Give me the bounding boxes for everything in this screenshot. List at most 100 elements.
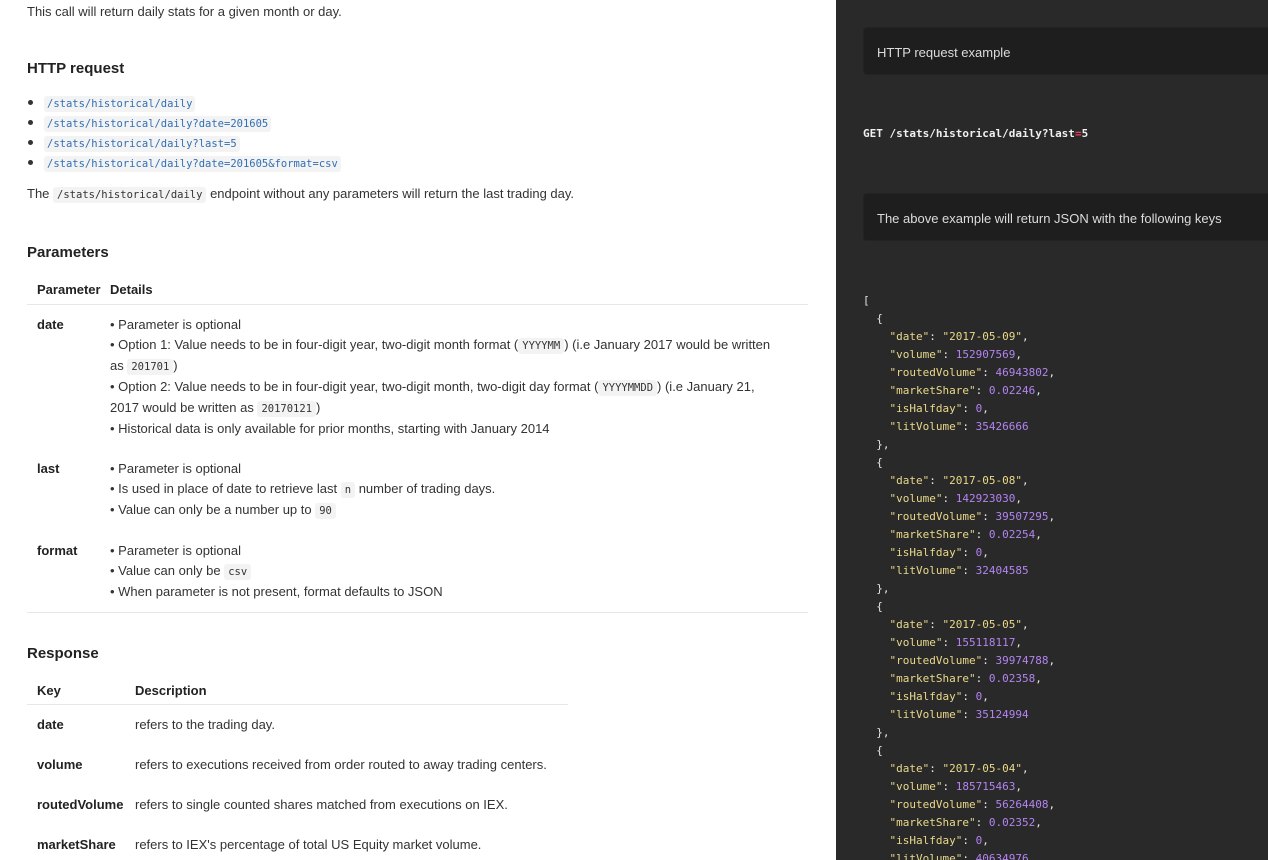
- json-value: 56264408: [995, 798, 1049, 811]
- json-key: "marketShare": [889, 384, 976, 397]
- column-header: Parameter: [27, 276, 110, 305]
- json-key: "volume": [889, 348, 943, 361]
- detail-line: • Parameter is optional: [110, 460, 242, 476]
- json-key: "volume": [889, 780, 943, 793]
- list-item: /stats/historical/daily: [27, 94, 341, 114]
- json-value: 32404585: [975, 564, 1029, 577]
- example-label: HTTP request example: [863, 27, 1268, 75]
- table-row: date refers to the trading day.: [27, 704, 568, 744]
- json-key: "date": [889, 330, 930, 343]
- inline-code: n: [340, 481, 356, 498]
- detail-line: • Value can only be a number up to 90: [110, 500, 808, 521]
- param-details: • Parameter is optional • Option 1: Valu…: [110, 304, 808, 449]
- detail-line: • Option 2: Value needs to be in four-di…: [110, 378, 755, 396]
- inline-code: 90: [315, 502, 336, 519]
- detail-line: • Option 1: Value needs to be in four-di…: [110, 336, 771, 354]
- json-value: 0: [975, 834, 983, 847]
- request-example: GET /stats/historical/daily?last=5: [863, 127, 1088, 140]
- parameters-heading: Parameters: [27, 244, 109, 261]
- list-item: /stats/historical/daily?last=5: [27, 134, 341, 154]
- json-key: "date": [889, 762, 930, 775]
- inline-code: 20170121: [257, 400, 317, 417]
- list-item: /stats/historical/daily?date=201605&form…: [27, 154, 341, 174]
- json-key: "routedVolume": [889, 366, 983, 379]
- response-key: date: [37, 716, 64, 732]
- request-method: GET: [863, 127, 883, 140]
- json-key: "litVolume": [889, 420, 963, 433]
- json-brace: },: [876, 438, 890, 451]
- detail-line: • Historical data is only available for …: [110, 420, 550, 436]
- json-value: 40634976: [975, 852, 1029, 860]
- json-key: "isHalfday": [889, 402, 963, 415]
- json-value: 0.02246: [988, 384, 1036, 397]
- json-key: "marketShare": [889, 672, 976, 685]
- detail-line: • Value can only be csv: [110, 561, 808, 582]
- table-row: format • Parameter is optional • Value c…: [27, 530, 808, 613]
- column-header: Key: [27, 678, 135, 705]
- json-key: "marketShare": [889, 528, 976, 541]
- json-value: "2017-05-08": [942, 474, 1022, 487]
- list-item: /stats/historical/daily?date=201605: [27, 114, 341, 134]
- json-value: "2017-05-04": [942, 762, 1022, 775]
- json-value: 46943802: [995, 366, 1049, 379]
- column-header: Details: [110, 276, 808, 305]
- json-key: "date": [889, 474, 930, 487]
- json-key: "litVolume": [889, 564, 963, 577]
- json-brace: },: [876, 726, 890, 739]
- json-key: "isHalfday": [889, 834, 963, 847]
- table-row: marketShare refers to IEX's percentage o…: [27, 824, 568, 860]
- json-brace: {: [876, 744, 883, 757]
- param-name: date: [37, 316, 64, 332]
- json-key: "date": [889, 618, 930, 631]
- json-value: 0: [975, 402, 983, 415]
- param-details: • Parameter is optional • Is used in pla…: [110, 449, 808, 531]
- json-value: 0.02358: [988, 672, 1036, 685]
- json-response-code: [ { "date": "2017-05-09", "volume": 1529…: [863, 292, 1055, 860]
- column-header: Description: [135, 678, 568, 705]
- endpoint-list: /stats/historical/daily /stats/historica…: [27, 94, 341, 174]
- json-value: 152907569: [955, 348, 1016, 361]
- inline-code: YYYYMM: [518, 337, 565, 354]
- json-key: "litVolume": [889, 708, 963, 721]
- response-desc: refers to single counted shares matched …: [135, 796, 508, 812]
- json-bracket: [: [863, 294, 870, 307]
- code-sample-panel: HTTP request example GET /stats/historic…: [836, 0, 1268, 860]
- endpoint-link[interactable]: /stats/historical/daily?last=5: [44, 136, 240, 152]
- json-value: 0: [975, 690, 983, 703]
- json-label: The above example will return JSON with …: [863, 193, 1268, 241]
- intro-text: This call will return daily stats for a …: [27, 4, 342, 19]
- json-value: 35124994: [975, 708, 1029, 721]
- endpoint-link[interactable]: /stats/historical/daily?date=201605: [44, 116, 272, 132]
- response-key: marketShare: [37, 836, 116, 852]
- inline-code: YYYYMMDD: [598, 379, 658, 396]
- json-key: "litVolume": [889, 852, 963, 860]
- json-key: "isHalfday": [889, 546, 963, 559]
- request-path: /stats/historical/daily?last: [889, 127, 1075, 140]
- detail-line: as 201701): [110, 357, 178, 375]
- http-request-heading: HTTP request: [27, 60, 125, 77]
- note-text: endpoint without any parameters will ret…: [210, 186, 575, 201]
- endpoint-link[interactable]: /stats/historical/daily?date=201605&form…: [44, 156, 341, 172]
- response-key: volume: [37, 756, 83, 772]
- response-heading: Response: [27, 645, 99, 662]
- parameters-table: Parameter Details date • Parameter is op…: [27, 276, 808, 613]
- endpoint-link[interactable]: /stats/historical/daily: [44, 96, 196, 112]
- response-desc: refers to the trading day.: [135, 716, 275, 732]
- json-key: "routedVolume": [889, 510, 983, 523]
- response-desc: refers to IEX's percentage of total US E…: [135, 836, 482, 852]
- json-value: 0: [975, 546, 983, 559]
- table-row: volume refers to executions received fro…: [27, 744, 568, 784]
- json-value: 35426666: [975, 420, 1029, 433]
- json-value: 142923030: [955, 492, 1016, 505]
- json-brace: {: [876, 312, 883, 325]
- json-key: "routedVolume": [889, 798, 983, 811]
- json-key: "volume": [889, 492, 943, 505]
- json-value: 155118117: [955, 636, 1016, 649]
- detail-line: • Parameter is optional: [110, 316, 242, 332]
- response-table: Key Description date refers to the tradi…: [27, 678, 568, 860]
- table-row: date • Parameter is optional • Option 1:…: [27, 304, 808, 449]
- response-desc: refers to executions received from order…: [135, 756, 547, 772]
- json-key: "isHalfday": [889, 690, 963, 703]
- json-key: "volume": [889, 636, 943, 649]
- detail-line: • Is used in place of date to retrieve l…: [110, 480, 496, 498]
